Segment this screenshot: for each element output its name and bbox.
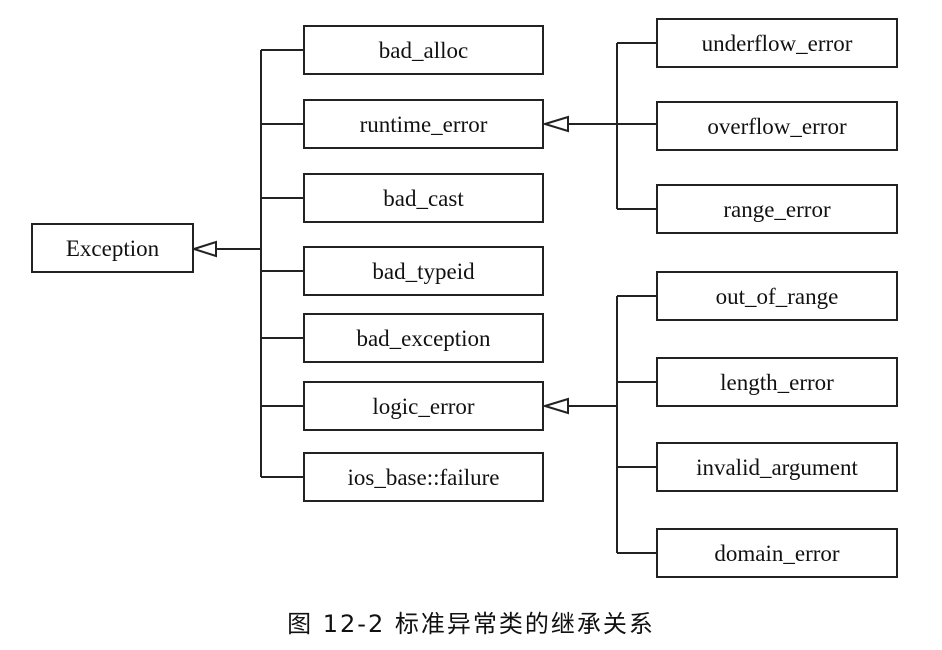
bad-typeid-node: bad_typeid [303, 246, 544, 296]
inheritance-arrow [541, 115, 569, 133]
node-label: bad_exception [356, 326, 491, 351]
inheritance-diagram: Exception bad_alloc runtime_error bad_ca… [31, 18, 898, 578]
range-error-node: range_error [656, 184, 898, 234]
node-label: domain_error [714, 541, 840, 566]
invalid-argument-node: invalid_argument [656, 442, 898, 492]
node-label: bad_typeid [372, 259, 475, 284]
ios-base-failure-node: ios_base::failure [303, 452, 544, 502]
node-label: bad_cast [383, 186, 464, 211]
bad-alloc-node: bad_alloc [303, 25, 544, 75]
exception-node: Exception [31, 223, 194, 273]
node-label: Exception [66, 236, 160, 261]
inheritance-arrow [541, 397, 569, 415]
runtime-error-node: runtime_error [303, 99, 544, 149]
bad-exception-node: bad_exception [303, 313, 544, 363]
figure-caption: 图 12-2 标准异常类的继承关系 [287, 610, 655, 638]
out-of-range-node: out_of_range [656, 271, 898, 321]
node-label: length_error [720, 370, 834, 395]
underflow-error-node: underflow_error [656, 18, 898, 68]
inheritance-arrow [190, 240, 217, 258]
node-label: out_of_range [716, 284, 839, 309]
node-label: ios_base::failure [347, 465, 499, 490]
node-label: underflow_error [702, 31, 853, 56]
overflow-error-node: overflow_error [656, 101, 898, 151]
node-label: range_error [723, 197, 831, 222]
node-label: runtime_error [360, 112, 488, 137]
node-label: logic_error [372, 394, 475, 419]
length-error-node: length_error [656, 357, 898, 407]
node-label: overflow_error [707, 114, 847, 139]
logic-error-node: logic_error [303, 381, 544, 431]
node-label: bad_alloc [379, 38, 468, 63]
bad-cast-node: bad_cast [303, 173, 544, 223]
domain-error-node: domain_error [656, 528, 898, 578]
node-label: invalid_argument [696, 455, 858, 480]
